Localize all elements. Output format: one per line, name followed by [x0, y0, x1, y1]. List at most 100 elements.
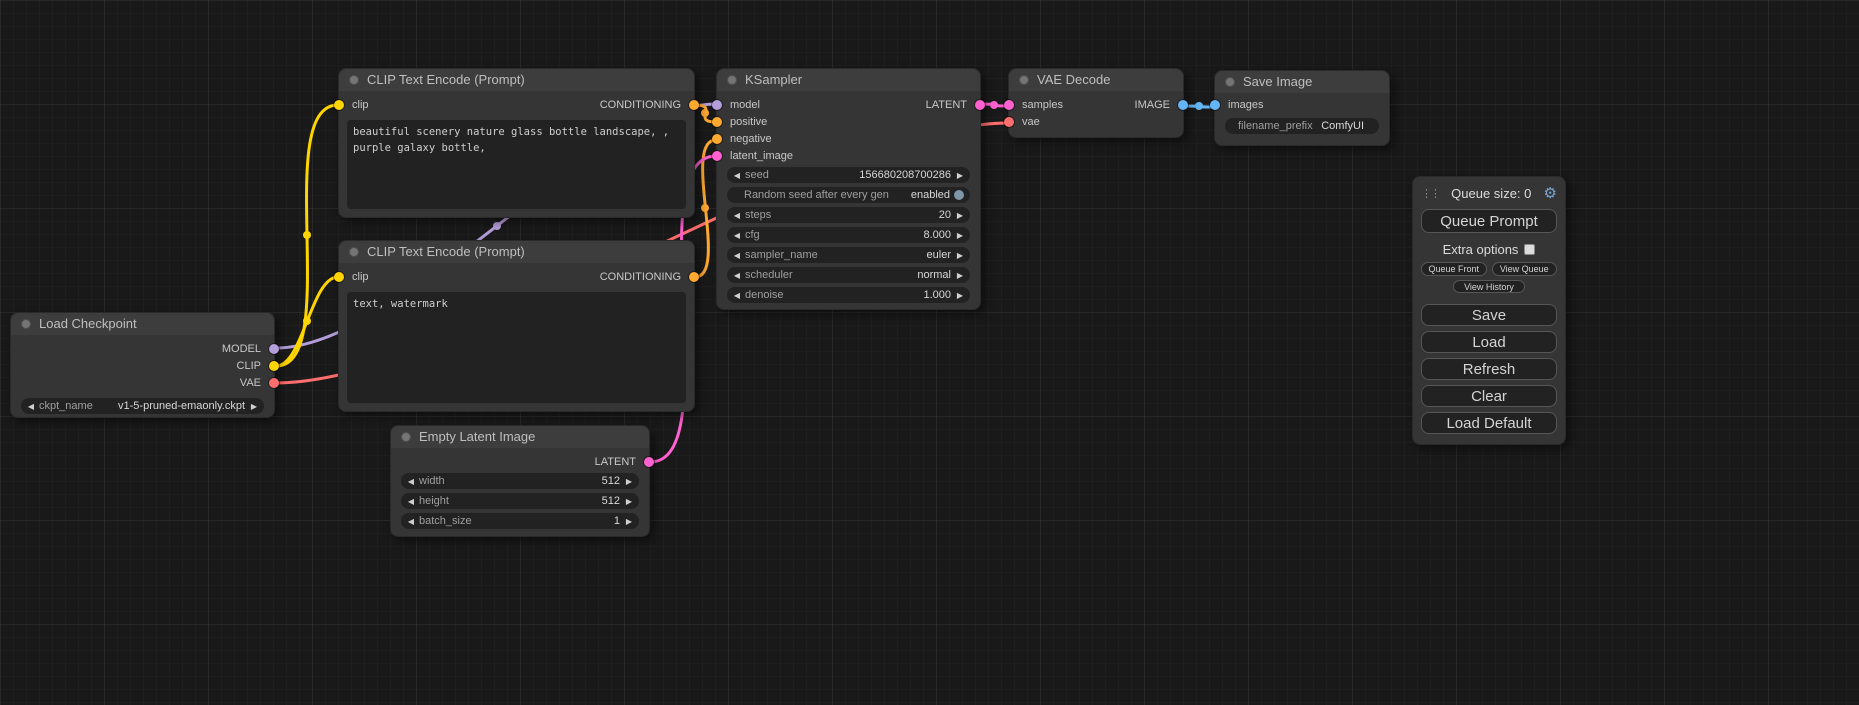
collapse-dot-icon[interactable]: [349, 247, 359, 257]
clip-output-dot[interactable]: [269, 361, 279, 371]
node-title-bar[interactable]: Load Checkpoint: [11, 313, 274, 335]
latent-output-dot[interactable]: [975, 100, 985, 110]
model-output-dot[interactable]: [269, 344, 279, 354]
node-empty-latent-image[interactable]: Empty Latent Image LATENT ◀ width 512 ▶ …: [390, 425, 650, 537]
widget-ckpt-name[interactable]: ◀ ckpt_name v1-5-pruned-emaonly.ckpt ▶: [21, 398, 264, 414]
extra-options-checkbox[interactable]: [1524, 244, 1535, 255]
increment-arrow-icon[interactable]: ▶: [955, 171, 965, 180]
widget-cfg[interactable]: ◀ cfg 8.000 ▶: [727, 227, 970, 243]
collapse-dot-icon[interactable]: [1019, 75, 1029, 85]
drag-handle-icon[interactable]: ⋮⋮: [1421, 187, 1439, 200]
increment-arrow-icon[interactable]: ▶: [624, 497, 634, 506]
node-title-bar[interactable]: Empty Latent Image: [391, 426, 649, 448]
queue-front-button[interactable]: Queue Front: [1421, 262, 1487, 276]
increment-arrow-icon[interactable]: ▶: [624, 517, 634, 526]
decrement-arrow-icon[interactable]: ◀: [406, 477, 416, 486]
widget-sampler-name[interactable]: ◀ sampler_name euler ▶: [727, 247, 970, 263]
node-load-checkpoint[interactable]: Load Checkpoint MODEL CLIP VAE ◀ ckpt_na…: [10, 312, 275, 418]
samples-input-dot[interactable]: [1004, 100, 1014, 110]
decrement-arrow-icon[interactable]: ◀: [732, 211, 742, 220]
increment-arrow-icon[interactable]: ▶: [249, 402, 259, 411]
save-button[interactable]: Save: [1421, 304, 1557, 326]
node-clip-text-encode-negative[interactable]: CLIP Text Encode (Prompt) clip CONDITION…: [338, 240, 695, 412]
vae-output-dot[interactable]: [269, 378, 279, 388]
input-port-images: images: [1215, 97, 1389, 114]
images-input-dot[interactable]: [1210, 100, 1220, 110]
node-title: Load Checkpoint: [39, 313, 137, 335]
collapse-dot-icon[interactable]: [349, 75, 359, 85]
node-title: CLIP Text Encode (Prompt): [367, 241, 525, 263]
decrement-arrow-icon[interactable]: ◀: [26, 402, 36, 411]
node-save-image[interactable]: Save Image images filename_prefix ComfyU…: [1214, 70, 1390, 146]
widget-seed[interactable]: ◀ seed 156680208700286 ▶: [727, 167, 970, 183]
model-input-dot[interactable]: [712, 100, 722, 110]
node-title-bar[interactable]: CLIP Text Encode (Prompt): [339, 69, 694, 91]
node-vae-decode[interactable]: VAE Decode samples IMAGE vae: [1008, 68, 1184, 138]
widget-denoise[interactable]: ◀ denoise 1.000 ▶: [727, 287, 970, 303]
node-ksampler[interactable]: KSampler model LATENT positive negative …: [716, 68, 981, 310]
increment-arrow-icon[interactable]: ▶: [955, 251, 965, 260]
decrement-arrow-icon[interactable]: ◀: [732, 271, 742, 280]
clear-button[interactable]: Clear: [1421, 385, 1557, 407]
link-midpoint-dot: [1195, 102, 1203, 110]
view-history-button[interactable]: View History: [1453, 280, 1525, 293]
widget-random-seed-toggle[interactable]: Random seed after every gen enabled: [727, 187, 970, 203]
queue-panel: ⋮⋮ Queue size: 0 ⚙ Queue Prompt Extra op…: [1412, 176, 1566, 445]
input-port-positive: positive: [717, 114, 980, 131]
load-default-button[interactable]: Load Default: [1421, 412, 1557, 434]
widget-scheduler[interactable]: ◀ scheduler normal ▶: [727, 267, 970, 283]
node-title-bar[interactable]: CLIP Text Encode (Prompt): [339, 241, 694, 263]
increment-arrow-icon[interactable]: ▶: [955, 231, 965, 240]
node-clip-text-encode-positive[interactable]: CLIP Text Encode (Prompt) clip CONDITION…: [338, 68, 695, 218]
conditioning-output-dot[interactable]: [689, 100, 699, 110]
clip-input-dot[interactable]: [334, 100, 344, 110]
widget-steps[interactable]: ◀ steps 20 ▶: [727, 207, 970, 223]
decrement-arrow-icon[interactable]: ◀: [732, 291, 742, 300]
view-queue-button[interactable]: View Queue: [1492, 262, 1558, 276]
collapse-dot-icon[interactable]: [727, 75, 737, 85]
settings-gear-icon[interactable]: ⚙: [1544, 186, 1557, 201]
widget-filename-prefix[interactable]: filename_prefix ComfyUI: [1225, 118, 1379, 134]
latent-output-dot[interactable]: [644, 457, 654, 467]
increment-arrow-icon[interactable]: ▶: [955, 211, 965, 220]
increment-arrow-icon[interactable]: ▶: [955, 271, 965, 280]
port-row: clip CONDITIONING: [339, 269, 694, 286]
node-title: CLIP Text Encode (Prompt): [367, 69, 525, 91]
link-midpoint-dot: [303, 231, 311, 239]
port-row: samples IMAGE: [1009, 97, 1183, 114]
conditioning-output-dot[interactable]: [689, 272, 699, 282]
collapse-dot-icon[interactable]: [21, 319, 31, 329]
node-title: KSampler: [745, 69, 802, 91]
input-port-negative: negative: [717, 131, 980, 148]
vae-input-dot[interactable]: [1004, 117, 1014, 127]
widget-width[interactable]: ◀ width 512 ▶: [401, 473, 639, 489]
latent-image-input-dot[interactable]: [712, 151, 722, 161]
decrement-arrow-icon[interactable]: ◀: [732, 251, 742, 260]
increment-arrow-icon[interactable]: ▶: [955, 291, 965, 300]
negative-prompt-textarea[interactable]: text, watermark: [347, 292, 686, 403]
node-title-bar[interactable]: VAE Decode: [1009, 69, 1183, 91]
node-title-bar[interactable]: Save Image: [1215, 71, 1389, 93]
refresh-button[interactable]: Refresh: [1421, 358, 1557, 380]
clip-input-dot[interactable]: [334, 272, 344, 282]
queue-prompt-button[interactable]: Queue Prompt: [1421, 209, 1557, 233]
load-button[interactable]: Load: [1421, 331, 1557, 353]
negative-input-dot[interactable]: [712, 134, 722, 144]
node-title-bar[interactable]: KSampler: [717, 69, 980, 91]
collapse-dot-icon[interactable]: [401, 432, 411, 442]
positive-input-dot[interactable]: [712, 117, 722, 127]
positive-prompt-textarea[interactable]: beautiful scenery nature glass bottle la…: [347, 120, 686, 209]
decrement-arrow-icon[interactable]: ◀: [732, 171, 742, 180]
queue-small-buttons: Queue Front View Queue: [1421, 262, 1557, 276]
decrement-arrow-icon[interactable]: ◀: [732, 231, 742, 240]
image-output-dot[interactable]: [1178, 100, 1188, 110]
link-midpoint-dot: [990, 101, 998, 109]
decrement-arrow-icon[interactable]: ◀: [406, 517, 416, 526]
collapse-dot-icon[interactable]: [1225, 77, 1235, 87]
toggle-knob-icon[interactable]: [954, 190, 964, 200]
decrement-arrow-icon[interactable]: ◀: [406, 497, 416, 506]
increment-arrow-icon[interactable]: ▶: [624, 477, 634, 486]
widget-batch-size[interactable]: ◀ batch_size 1 ▶: [401, 513, 639, 529]
extra-options-row: Extra options: [1421, 241, 1557, 257]
widget-height[interactable]: ◀ height 512 ▶: [401, 493, 639, 509]
